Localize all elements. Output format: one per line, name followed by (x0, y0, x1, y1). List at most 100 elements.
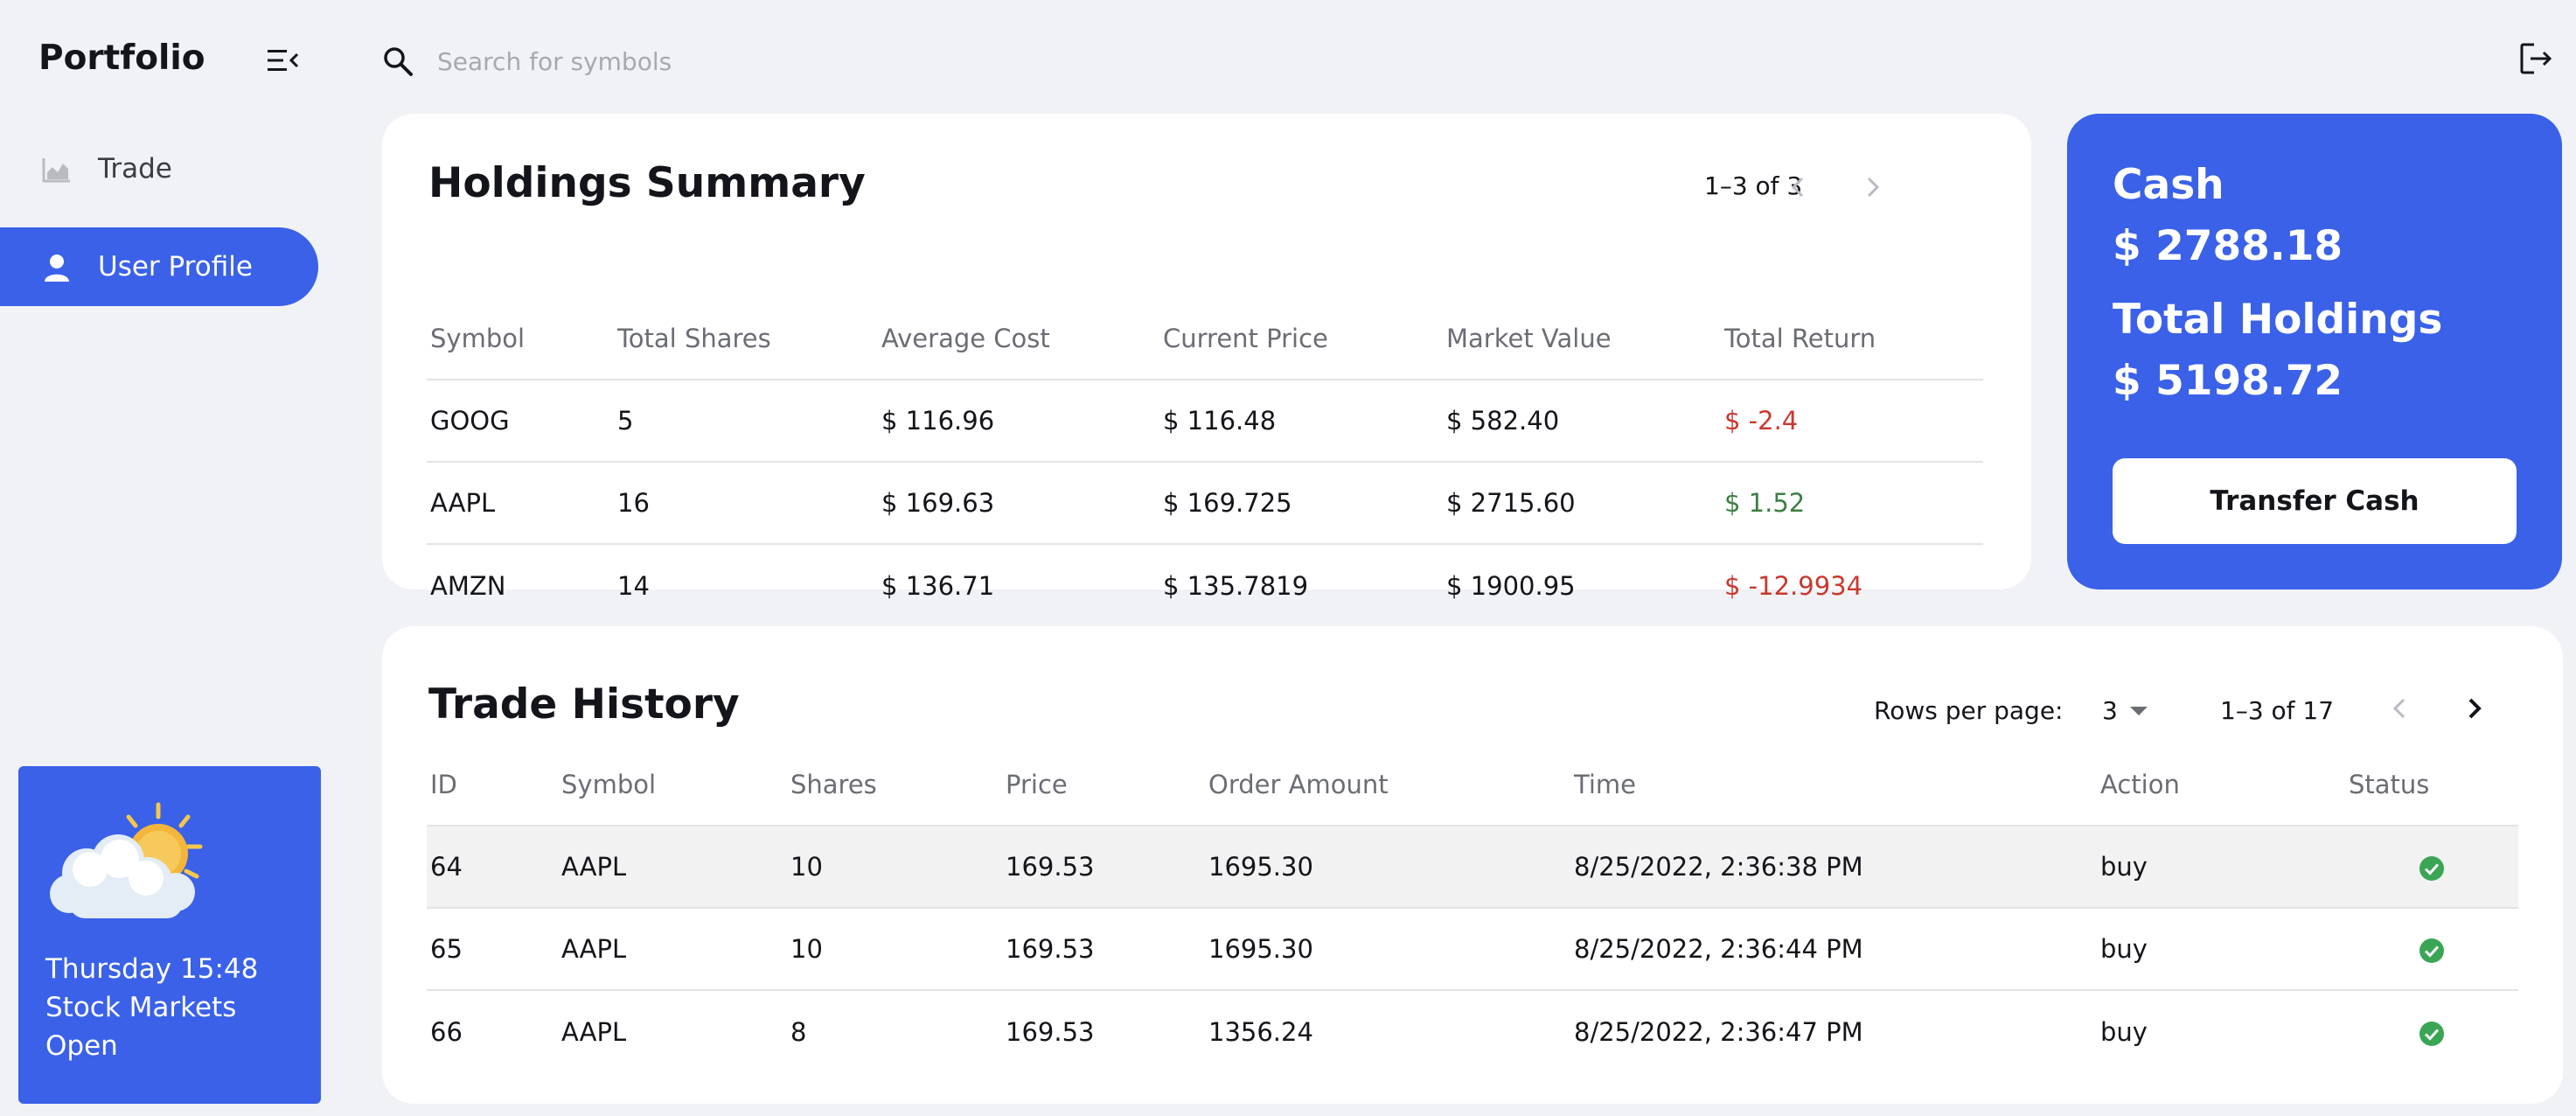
logout-icon[interactable] (2518, 41, 2553, 76)
action-cell: buy (2097, 826, 2345, 909)
weather-datetime: Thursday 15:48 (45, 953, 259, 985)
table-row: GOOG 5 $ 116.96 $ 116.48 $ 582.40 $ -2.4 (427, 380, 1983, 463)
caret-down-icon (2129, 706, 2148, 715)
trade-history-title: Trade History (428, 680, 740, 729)
total-holdings-label: Total Holdings (2113, 296, 2443, 344)
symbol-cell: AMZN (430, 570, 506, 601)
shares-cell: 8 (790, 1016, 807, 1047)
column-header[interactable]: Order Amount (1205, 743, 1570, 827)
history-pagination: 1–3 of 17 (2220, 696, 2335, 725)
shares-cell: 14 (617, 570, 650, 601)
total-return-cell: $ 1.52 (1721, 462, 1983, 545)
holdings-table: Symbol Total Shares Average Cost Current… (427, 297, 1983, 626)
column-header[interactable]: Current Price (1159, 297, 1443, 380)
market-status-line: Stock Markets (45, 992, 237, 1023)
current-price-cell: $ 169.725 (1159, 462, 1443, 545)
chevron-right-icon[interactable] (2456, 691, 2491, 726)
holdings-summary-card: Holdings Summary 1–3 of 3 Symbol Total S… (382, 114, 2031, 601)
market-value-cell: $ 582.40 (1443, 380, 1721, 463)
chevron-left-icon[interactable] (1781, 170, 1816, 205)
shares-cell: 16 (614, 462, 878, 545)
column-header[interactable]: Symbol (558, 743, 787, 827)
check-circle-icon (2419, 856, 2444, 881)
cash-value: $ 2788.18 (2113, 222, 2343, 270)
sun-behind-cloud-icon (50, 802, 203, 918)
shares-cell: 10 (787, 826, 1002, 909)
chevron-right-icon[interactable] (1855, 170, 1890, 205)
sidebar-item-trade[interactable]: Trade (0, 129, 318, 208)
status-cell (2345, 990, 2518, 1072)
symbol-cell: AAPL (561, 1016, 627, 1047)
column-header[interactable]: Symbol (427, 297, 614, 380)
trade-history-table: ID Symbol Shares Price Order Amount Time… (427, 743, 2518, 1072)
order-amount-cell: 1356.24 (1208, 1016, 1313, 1047)
price-cell: 169.53 (1002, 826, 1205, 909)
rows-per-page-value: 3 (2102, 696, 2118, 725)
total-holdings-value: $ 5198.72 (2113, 357, 2343, 405)
price-cell: 169.53 (1006, 1016, 1095, 1047)
trade-history-card: Trade History Rows per page: 3 1–3 of 17… (382, 626, 2563, 1104)
order-amount-cell: 1695.30 (1205, 826, 1570, 909)
rows-per-page-label: Rows per page: (1874, 696, 2064, 725)
id-cell: 64 (427, 826, 558, 909)
avg-cost-cell: $ 136.71 (881, 570, 995, 601)
check-circle-icon (2419, 1021, 2444, 1046)
market-value-cell: $ 2715.60 (1443, 462, 1721, 545)
id-cell: 65 (427, 908, 558, 991)
total-return-cell: $ -2.4 (1721, 380, 1983, 463)
column-header[interactable]: Price (1002, 743, 1205, 827)
column-header[interactable]: Market Value (1443, 297, 1721, 380)
action-cell: buy (2100, 1016, 2148, 1047)
shares-cell: 10 (787, 908, 1002, 991)
weather-widget: Thursday 15:48 Stock Markets Open (18, 766, 321, 1104)
time-cell: 8/25/2022, 2:36:44 PM (1570, 908, 2097, 991)
check-circle-icon (2419, 938, 2444, 963)
avg-cost-cell: $ 116.96 (878, 380, 1159, 463)
user-icon (45, 255, 69, 282)
column-header[interactable]: Action (2097, 743, 2345, 827)
table-row[interactable]: 65 AAPL 10 169.53 1695.30 8/25/2022, 2:3… (427, 908, 2518, 991)
current-price-cell: $ 135.7819 (1163, 570, 1309, 601)
action-cell: buy (2097, 908, 2345, 991)
time-cell: 8/25/2022, 2:36:47 PM (1574, 1016, 1863, 1047)
chevron-left-icon[interactable] (2383, 691, 2418, 726)
sidebar-item-user-profile[interactable]: User Profile (0, 227, 318, 306)
price-cell: 169.53 (1002, 908, 1205, 991)
total-return-cell: $ -12.9934 (1724, 570, 1863, 601)
current-price-cell: $ 116.48 (1159, 380, 1443, 463)
column-header[interactable]: Total Return (1721, 297, 1983, 380)
status-cell (2345, 826, 2518, 909)
table-row[interactable]: 64 AAPL 10 169.53 1695.30 8/25/2022, 2:3… (427, 826, 2518, 909)
search-icon[interactable] (382, 45, 414, 77)
column-header[interactable]: Shares (787, 743, 1002, 827)
symbol-cell: GOOG (427, 380, 614, 463)
table-row[interactable]: 66 AAPL 8 169.53 1356.24 8/25/2022, 2:36… (427, 990, 2518, 1072)
column-header[interactable]: Time (1570, 743, 2097, 827)
rows-per-page-select[interactable]: 3 (2102, 696, 2148, 725)
market-status-value: Open (45, 1030, 118, 1062)
cash-label: Cash (2113, 161, 2224, 209)
column-header[interactable]: Status (2345, 743, 2518, 827)
cash-summary-card: Cash $ 2788.18 Total Holdings $ 5198.72 … (2067, 114, 2562, 589)
table-header-row: ID Symbol Shares Price Order Amount Time… (427, 743, 2518, 827)
table-row: AAPL 16 $ 169.63 $ 169.725 $ 2715.60 $ 1… (427, 462, 1983, 545)
status-cell (2345, 908, 2518, 991)
column-header[interactable]: Average Cost (878, 297, 1159, 380)
symbol-cell: AAPL (558, 826, 787, 909)
id-cell: 66 (430, 1016, 463, 1047)
time-cell: 8/25/2022, 2:36:38 PM (1570, 826, 2097, 909)
sidebar-item-label: Trade (98, 153, 172, 185)
table-header-row: Symbol Total Shares Average Cost Current… (427, 297, 1983, 380)
symbol-cell: AAPL (427, 462, 614, 545)
column-header[interactable]: ID (427, 743, 558, 827)
order-amount-cell: 1695.30 (1205, 908, 1570, 991)
sidebar-item-label: User Profile (98, 251, 253, 282)
search-input[interactable] (437, 38, 1224, 84)
holdings-title: Holdings Summary (428, 159, 866, 207)
market-status: Thursday 15:48 Stock Markets Open (45, 950, 308, 1065)
symbol-cell: AAPL (558, 908, 787, 991)
area-chart-icon (42, 158, 70, 183)
menu-collapse-icon[interactable] (268, 47, 299, 73)
transfer-cash-button[interactable]: Transfer Cash (2113, 458, 2517, 544)
column-header[interactable]: Total Shares (614, 297, 878, 380)
